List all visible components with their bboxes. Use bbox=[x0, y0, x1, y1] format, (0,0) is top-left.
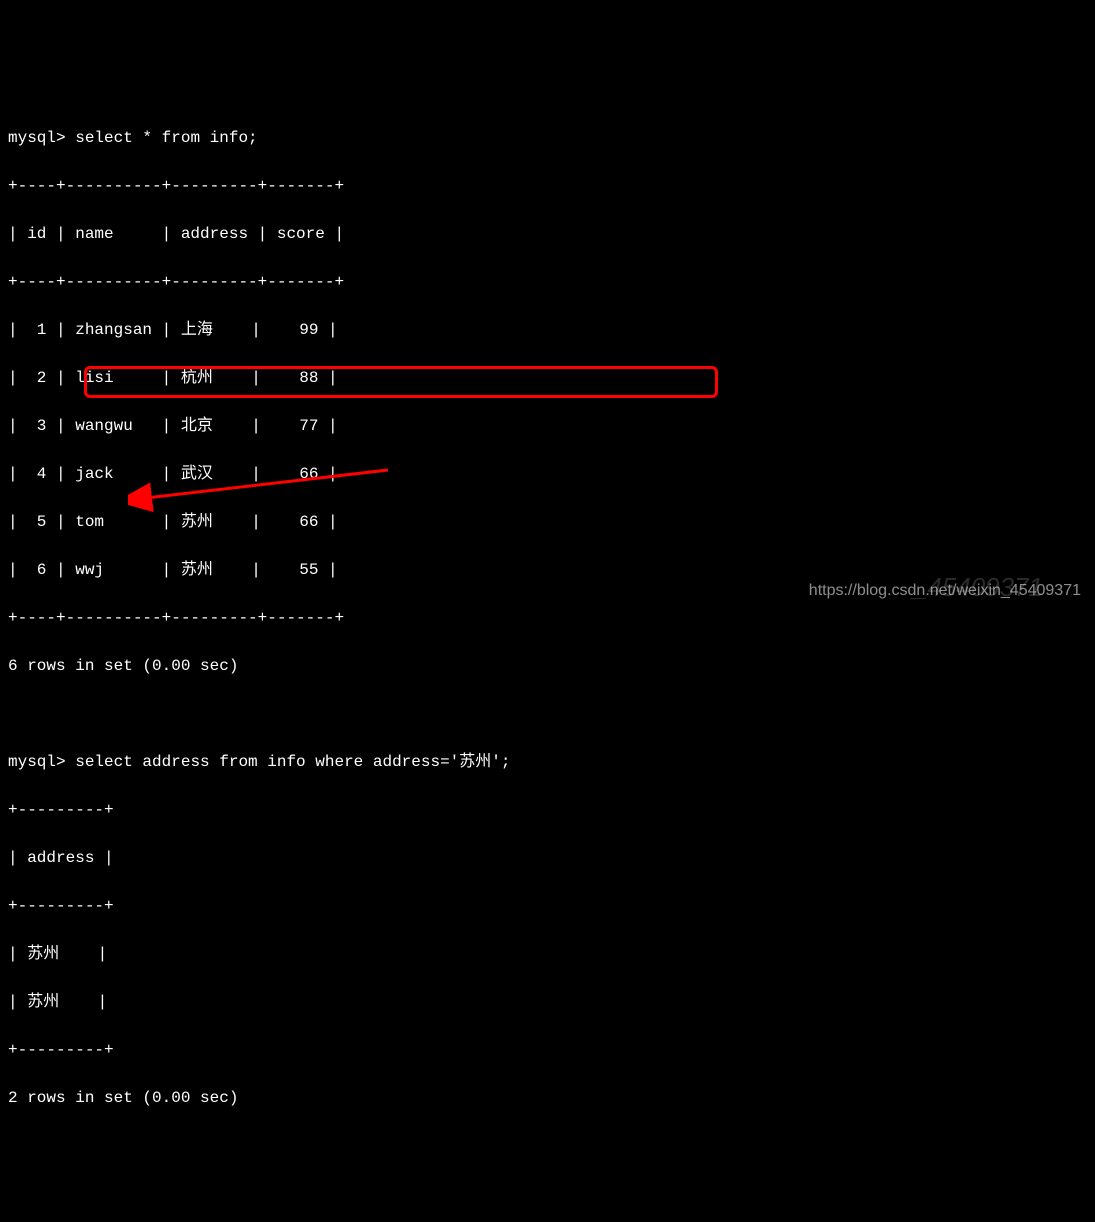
table-separator: +---------+ bbox=[8, 1038, 1087, 1062]
table-row: | 苏州 | bbox=[8, 942, 1087, 966]
table-row: | 苏州 | bbox=[8, 990, 1087, 1014]
table-separator: +----+----------+---------+-------+ bbox=[8, 174, 1087, 198]
table-separator: +----+----------+---------+-------+ bbox=[8, 606, 1087, 630]
table-separator: +---------+ bbox=[8, 798, 1087, 822]
mysql-prompt: mysql> bbox=[8, 753, 75, 771]
blank-line bbox=[8, 702, 1087, 726]
table-header: | address | bbox=[8, 846, 1087, 870]
watermark-text: https://blog.csdn.net/weixin_45409371 bbox=[809, 579, 1081, 603]
table-header: | id | name | address | score | bbox=[8, 222, 1087, 246]
table-row: | 5 | tom | 苏州 | 66 | bbox=[8, 510, 1087, 534]
table-separator: +---------+ bbox=[8, 894, 1087, 918]
table-row: | 2 | lisi | 杭州 | 88 | bbox=[8, 366, 1087, 390]
result-message: 2 rows in set (0.00 sec) bbox=[8, 1086, 1087, 1110]
table-separator: +----+----------+---------+-------+ bbox=[8, 270, 1087, 294]
query1-line: mysql> select * from info; bbox=[8, 126, 1087, 150]
result-message: 6 rows in set (0.00 sec) bbox=[8, 654, 1087, 678]
table-row: | 1 | zhangsan | 上海 | 99 | bbox=[8, 318, 1087, 342]
query2-line: mysql> select address from info where ad… bbox=[8, 750, 1087, 774]
mysql-prompt: mysql> bbox=[8, 129, 75, 147]
table-row: | 3 | wangwu | 北京 | 77 | bbox=[8, 414, 1087, 438]
query1-sql: select * from info; bbox=[75, 129, 257, 147]
table-row: | 4 | jack | 武汉 | 66 | bbox=[8, 462, 1087, 486]
terminal-output: mysql> select * from info; +----+-------… bbox=[8, 102, 1087, 1134]
query2-sql: select address from info where address='… bbox=[75, 753, 510, 771]
